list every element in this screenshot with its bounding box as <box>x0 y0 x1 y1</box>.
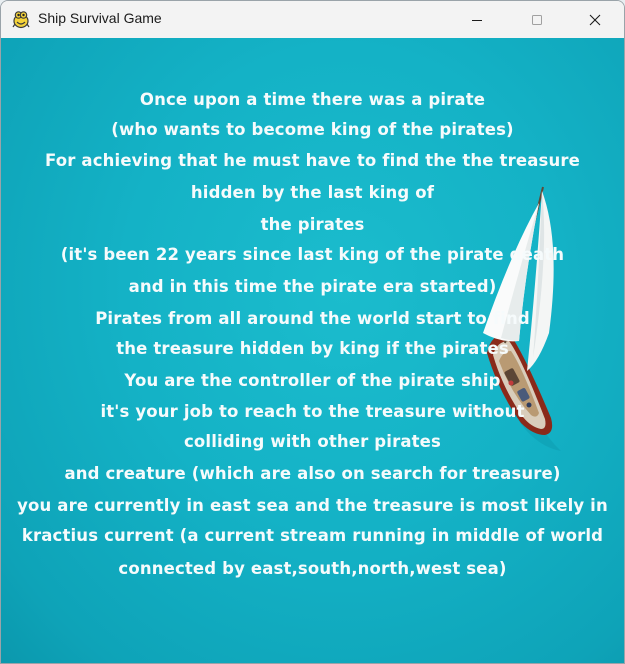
close-icon <box>589 14 601 25</box>
story-line: (who wants to become king of the pirates… <box>111 120 514 139</box>
story-line: it's your job to reach to the treasure w… <box>100 402 525 421</box>
story-line: and in this time the pirate era started) <box>128 277 497 296</box>
story-line: (it's been 22 years since last king of t… <box>60 245 565 264</box>
story-line: Pirates from all around the world start … <box>95 309 530 328</box>
story-line: hidden by the last king of <box>190 183 435 202</box>
story-line: you are currently in east sea and the tr… <box>17 496 608 515</box>
story-line: colliding with other pirates <box>183 432 441 451</box>
maximize-icon <box>532 14 542 25</box>
story-line: Once upon a time there was a pirate <box>139 90 486 109</box>
minimize-icon <box>472 19 482 21</box>
story-line: the treasure hidden by king if the pirat… <box>116 339 509 358</box>
story-line: For achieving that he must have to find … <box>45 151 580 170</box>
window-title: Ship Survival Game <box>38 10 162 26</box>
story-line: the pirates <box>260 215 365 234</box>
story-line: and creature (which are also on search f… <box>64 464 561 483</box>
story-line: connected by east,south,north,west sea) <box>118 559 507 578</box>
story-line: You are the controller of the pirate shi… <box>124 371 501 390</box>
game-window: Ship Survival Game Once upon a time ther… <box>0 0 625 664</box>
pygame-snake-icon <box>12 11 30 29</box>
title-bar[interactable]: Ship Survival Game <box>1 1 624 38</box>
maximize-button[interactable] <box>514 1 560 38</box>
minimize-button[interactable] <box>454 1 500 38</box>
close-button[interactable] <box>572 1 618 38</box>
story-line: kractius current (a current stream runni… <box>21 526 604 545</box>
game-canvas[interactable]: Once upon a time there was a pirate (who… <box>1 38 624 663</box>
